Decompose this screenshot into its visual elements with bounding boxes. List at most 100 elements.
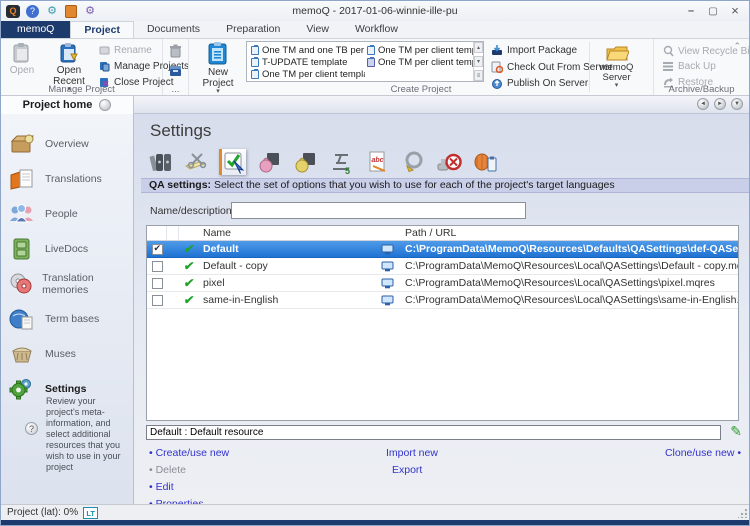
column-header-name[interactable]: Name bbox=[199, 227, 381, 239]
scroll-up-icon[interactable]: ▴ bbox=[474, 42, 483, 53]
back-icon[interactable]: ◄ bbox=[697, 98, 709, 110]
valid-check-icon: ✔ bbox=[183, 259, 195, 273]
lt-badge: LT bbox=[83, 507, 98, 519]
window-controls bbox=[681, 4, 749, 19]
sidebar-item-livedocs[interactable]: LiveDocs bbox=[7, 234, 88, 264]
resize-grip[interactable] bbox=[738, 509, 747, 518]
resource-path: C:\ProgramData\MemoQ\Resources\Local\QAS… bbox=[403, 260, 738, 272]
window-bottom-edge bbox=[1, 520, 749, 525]
term-bases-icon bbox=[7, 306, 37, 332]
sidebar-item-people[interactable]: People bbox=[7, 199, 78, 229]
collapse-ribbon-icon[interactable]: ⌃ bbox=[733, 41, 741, 52]
ring-pencil-icon[interactable] bbox=[399, 149, 426, 175]
edit-description-pencil-icon[interactable]: ✎ bbox=[730, 423, 742, 440]
resource-name: same-in-English bbox=[199, 294, 381, 306]
table-row[interactable]: ✔ Default C:\ProgramData\MemoQ\Resources… bbox=[147, 241, 738, 258]
column-header-path[interactable]: Path / URL bbox=[403, 227, 738, 239]
qa-check-icon[interactable] bbox=[219, 149, 246, 175]
delete-trash-icon[interactable] bbox=[169, 44, 182, 58]
help-question-icon[interactable]: ? bbox=[25, 422, 38, 435]
navigation-buttons: ◄ ► ▼ bbox=[697, 98, 743, 110]
row-checkbox[interactable] bbox=[152, 278, 163, 289]
quick-access-toolbar: Q ? ⚙ ⚙ bbox=[1, 5, 97, 18]
new-project-icon bbox=[205, 41, 231, 66]
tab-workflow[interactable]: Workflow bbox=[342, 21, 411, 38]
scroll-down-icon[interactable]: ▾ bbox=[474, 56, 483, 67]
valid-check-icon: ✔ bbox=[183, 276, 195, 290]
export-link[interactable]: Export bbox=[392, 464, 422, 476]
close-button[interactable] bbox=[725, 4, 745, 19]
sidebar-item-translation-memories[interactable]: Translation memories bbox=[7, 269, 133, 299]
svg-text:5: 5 bbox=[345, 166, 350, 174]
template-icon bbox=[251, 70, 259, 79]
people-icon bbox=[7, 201, 37, 227]
kanji-number-5-icon[interactable]: 5 bbox=[327, 149, 354, 175]
row-checkbox[interactable] bbox=[152, 295, 163, 306]
template-item[interactable]: T-UPDATE template bbox=[251, 56, 365, 68]
project-home-tab[interactable]: Project home bbox=[1, 96, 134, 114]
edit-link[interactable]: Edit bbox=[149, 481, 174, 493]
table-header: Name Path / URL bbox=[147, 226, 738, 241]
memoq-logo-icon[interactable]: Q bbox=[6, 5, 20, 18]
resource-path: C:\ProgramData\MemoQ\Resources\Local\QAS… bbox=[403, 294, 738, 306]
more-templates-icon[interactable]: ≡ bbox=[474, 70, 483, 81]
app-window: Q ? ⚙ ⚙ memoQ - 2017-01-06-winnie-ille-p… bbox=[0, 0, 750, 526]
sidebar-item-overview[interactable]: Overview bbox=[7, 129, 89, 159]
template-scrollbar[interactable]: ▴ ▾ ≡ bbox=[473, 42, 483, 81]
tab-documents[interactable]: Documents bbox=[134, 21, 213, 38]
resource-description-input[interactable] bbox=[146, 425, 721, 440]
tab-orb-icon[interactable] bbox=[99, 99, 111, 111]
ribbon-tab-bar: memoQ Project Documents Preparation View… bbox=[1, 21, 749, 39]
settings-category-toolbar: 5 abc bbox=[147, 149, 498, 175]
document-abc-icon[interactable]: abc bbox=[363, 149, 390, 175]
scissors-segmentation-icon[interactable] bbox=[183, 149, 210, 175]
archive-box-icon[interactable] bbox=[169, 65, 182, 77]
tab-preparation[interactable]: Preparation bbox=[213, 21, 293, 38]
pink-puzzle-icon[interactable] bbox=[255, 149, 282, 175]
page-title: Settings bbox=[150, 121, 211, 141]
pin-icon[interactable]: ▼ bbox=[731, 98, 743, 110]
template-item[interactable]: One TM per client template bbox=[367, 56, 473, 68]
open-recent-icon bbox=[58, 42, 80, 64]
forward-icon[interactable]: ► bbox=[714, 98, 726, 110]
import-new-link[interactable]: Import new bbox=[386, 447, 438, 459]
help-icon[interactable]: ? bbox=[26, 5, 39, 18]
template-item[interactable]: One TM per client template 2 bbox=[367, 44, 473, 56]
sidebar-item-translations[interactable]: Translations bbox=[7, 164, 102, 194]
sidebar-item-term-bases[interactable]: Term bases bbox=[7, 304, 99, 334]
table-row[interactable]: ✔ pixel C:\ProgramData\MemoQ\Resources\L… bbox=[147, 275, 738, 292]
clone-use-new-link[interactable]: Clone/use new bbox=[665, 447, 741, 459]
import-package-button[interactable]: Import Package bbox=[491, 45, 577, 56]
template-icon bbox=[367, 58, 375, 67]
tab-memoq[interactable]: memoQ bbox=[1, 21, 70, 38]
project-progress-text: Project (lat): 0% bbox=[7, 507, 78, 518]
row-checkbox[interactable] bbox=[152, 244, 163, 255]
group-create-project: New Project ▾ One TM and one TB per ... … bbox=[189, 39, 654, 95]
lantern-clipboard-icon[interactable] bbox=[471, 149, 498, 175]
resource-path: C:\ProgramData\MemoQ\Resources\Local\QAS… bbox=[403, 277, 738, 289]
server-gear-icon[interactable]: ⚙ bbox=[83, 5, 97, 18]
tab-project[interactable]: Project bbox=[70, 21, 134, 38]
stamp-forbidden-icon[interactable] bbox=[435, 149, 462, 175]
row-checkbox[interactable] bbox=[152, 261, 163, 272]
resource-console-icon[interactable] bbox=[65, 5, 77, 18]
ribbon: Open Open Recent ▾ Rename bbox=[1, 39, 749, 96]
table-row[interactable]: ✔ same-in-English C:\ProgramData\MemoQ\R… bbox=[147, 292, 738, 309]
create-use-new-link[interactable]: Create/use new bbox=[149, 447, 229, 459]
yellow-puzzle-icon[interactable] bbox=[291, 149, 318, 175]
binders-icon[interactable] bbox=[147, 149, 174, 175]
translations-icon bbox=[7, 166, 37, 192]
minimize-button[interactable] bbox=[681, 4, 701, 19]
sidebar-item-muses[interactable]: Muses bbox=[7, 339, 76, 369]
template-item[interactable]: One TM per client template 2 bbox=[251, 68, 365, 80]
window-title: memoQ - 2017-01-06-winnie-ille-pu bbox=[1, 5, 749, 17]
maximize-button[interactable] bbox=[703, 4, 723, 19]
settings-help-block: ? Review your project's meta-information… bbox=[25, 396, 125, 473]
local-resource-icon bbox=[381, 295, 394, 306]
local-resource-icon bbox=[381, 261, 394, 272]
table-row[interactable]: ✔ Default - copy C:\ProgramData\MemoQ\Re… bbox=[147, 258, 738, 275]
tab-view[interactable]: View bbox=[293, 21, 342, 38]
template-item[interactable]: One TM and one TB per ... bbox=[251, 44, 365, 56]
gears-icon[interactable]: ⚙ bbox=[45, 5, 59, 18]
name-description-input[interactable] bbox=[231, 202, 526, 219]
